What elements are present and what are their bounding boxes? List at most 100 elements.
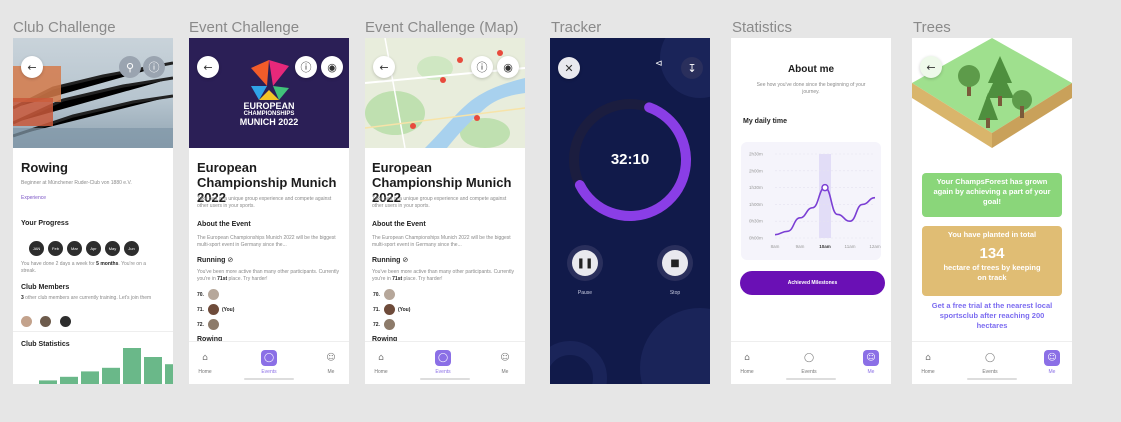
forest-grown-card: Your ChampsForest has grown again by ach… [922, 173, 1062, 217]
bottom-nav: ⌂ Home ◯ Events ☺ Me [731, 341, 891, 384]
about-me-title: About me [787, 64, 835, 75]
avatar [383, 304, 395, 315]
about-text: The European Championships Munich 2022 w… [372, 235, 511, 248]
progress-text: You have done 2 days a week for 5 months… [21, 261, 147, 274]
club-stats-bar [102, 367, 120, 384]
nav-me[interactable]: ☺ Me [485, 350, 525, 375]
event-challenge-screen: EUROPEAN CHAMPIONSHIPS MUNICH 2022 ← ⓘ ◉… [189, 38, 349, 384]
home-icon: ⌂ [925, 353, 931, 363]
avatar [383, 289, 395, 300]
x-tick-label: 12am [869, 244, 881, 249]
nav-events[interactable]: ◯ Events [249, 350, 289, 375]
rank-row: 70. [197, 289, 219, 300]
frame-title-statistics: Statistics [732, 19, 793, 36]
nav-events[interactable]: ◯ Events [423, 350, 463, 375]
about-heading: About the Event [197, 221, 251, 228]
nav-me[interactable]: ☺ Me [311, 350, 349, 375]
home-icon: ⌂ [378, 353, 384, 363]
stop-icon: ■ [662, 250, 688, 276]
planted-total-card: You have planted in total 134 hectare of… [922, 226, 1062, 296]
about-me-subtitle: See how you've done since the beginning … [756, 82, 866, 95]
download-icon[interactable]: ↧ [681, 57, 703, 79]
rank-row: 71. (You) [373, 304, 410, 315]
close-icon[interactable]: ✕ [558, 57, 580, 79]
club-stats-bar [60, 376, 78, 384]
x-tick-label: 8am [771, 244, 780, 249]
rank-row: 72. [373, 319, 395, 330]
frame-title-event: Event Challenge [189, 19, 300, 36]
location-icon[interactable]: ◉ [321, 56, 343, 78]
club-subtitle: Beginner at Münchener Ruder-Club von 188… [21, 180, 132, 186]
info-icon[interactable]: ⓘ [143, 56, 165, 78]
tracker-screen: ✕ ⊲ ↧ 32:10 ❚❚ Pause ■ Stop [550, 38, 710, 384]
nav-events[interactable]: ◯ Events [970, 350, 1010, 375]
highlight-point[interactable] [821, 183, 829, 192]
club-stats-bar [123, 348, 141, 384]
back-icon[interactable]: ← [373, 56, 395, 78]
x-tick-label: 11am [845, 244, 856, 249]
y-tick-label: 0h00m [749, 236, 763, 241]
nav-events[interactable]: ◯ Events [789, 350, 829, 375]
pause-label: Pause [577, 290, 593, 296]
trees-screen: ← Your ChampsForest has grown again by a… [912, 38, 1072, 384]
club-stats-bar [39, 380, 57, 384]
nav-home[interactable]: ⌂ Home [912, 350, 948, 375]
y-tick-label: 0h30m [749, 219, 763, 224]
rowing-hero-image: ← ⚲ ⓘ [13, 38, 173, 148]
location-icon[interactable]: ◉ [497, 56, 519, 78]
avatar [207, 289, 219, 300]
home-indicator [967, 378, 1017, 380]
zoom-icon[interactable]: ⚲ [119, 56, 141, 78]
home-icon: ⌂ [744, 353, 750, 363]
club-stats-bar [144, 357, 162, 384]
events-icon: ◯ [803, 353, 815, 363]
member-avatars [21, 314, 71, 332]
back-icon[interactable]: ← [920, 56, 942, 78]
nav-home[interactable]: ⌂ Home [189, 350, 225, 375]
experience-link[interactable]: Experience [21, 195, 46, 202]
stop-label: Stop [669, 290, 681, 296]
nav-home[interactable]: ⌂ Home [731, 350, 767, 375]
pause-button[interactable]: ❚❚ [567, 245, 603, 281]
share-icon[interactable]: ⊲ [655, 59, 663, 69]
check-circle-icon: ⊘ [227, 257, 234, 264]
tracker-time: 32:10 [610, 151, 650, 168]
stop-button[interactable]: ■ [657, 245, 693, 281]
avatar [207, 319, 219, 330]
events-icon: ◯ [435, 350, 451, 366]
x-tick-label: 10am [819, 244, 831, 249]
running-heading: Running ⊘ [197, 257, 234, 264]
rank-row: 70. [373, 289, 395, 300]
nav-me[interactable]: ☺ Me [851, 350, 891, 375]
person-icon: ☺ [1044, 350, 1060, 366]
free-trial-link[interactable]: Get a free trial at the nearest local sp… [926, 301, 1058, 331]
members-heading: Club Members [21, 284, 70, 291]
rank-row: 72. [197, 319, 219, 330]
rank-row: 71. (You) [197, 304, 234, 315]
avatar [207, 304, 219, 315]
avatar[interactable] [40, 316, 52, 327]
avatar[interactable] [59, 316, 71, 327]
info-icon[interactable]: ⓘ [471, 56, 493, 78]
y-tick-label: 1h30m [749, 185, 763, 190]
about-text: The European Championships Munich 2022 w… [197, 235, 336, 248]
club-stats-bars [39, 348, 173, 384]
avatar [383, 319, 395, 330]
bottom-nav: ⌂ Home ◯ Events ☺ Me [912, 341, 1072, 384]
club-challenge-screen: ← ⚲ ⓘ Rowing Beginner at Münchener Ruder… [13, 38, 173, 384]
avatar[interactable] [21, 316, 32, 327]
progress-heading: Your Progress [21, 220, 69, 227]
month-badge: May [105, 241, 120, 256]
frame-title-trees: Trees [913, 19, 951, 36]
nav-home[interactable]: ⌂ Home [365, 350, 401, 375]
back-icon[interactable]: ← [197, 56, 219, 78]
event-map-screen: ← ⓘ ◉ European Championship Munich 2022 … [365, 38, 525, 384]
daily-time-heading: My daily time [743, 118, 787, 125]
daily-chart-panel: 0h00m 0h30m 1h00m 1h30m 2h00m 2h30m 8am 9am 10am… [741, 142, 881, 260]
info-icon[interactable]: ⓘ [295, 56, 317, 78]
achieved-milestones-button[interactable]: Achieved Milestones [740, 271, 885, 295]
running-text: You've been more active than many other … [197, 269, 339, 282]
event-map[interactable]: ← ⓘ ◉ [365, 38, 525, 148]
back-icon[interactable]: ← [21, 56, 43, 78]
nav-me[interactable]: ☺ Me [1032, 350, 1072, 375]
